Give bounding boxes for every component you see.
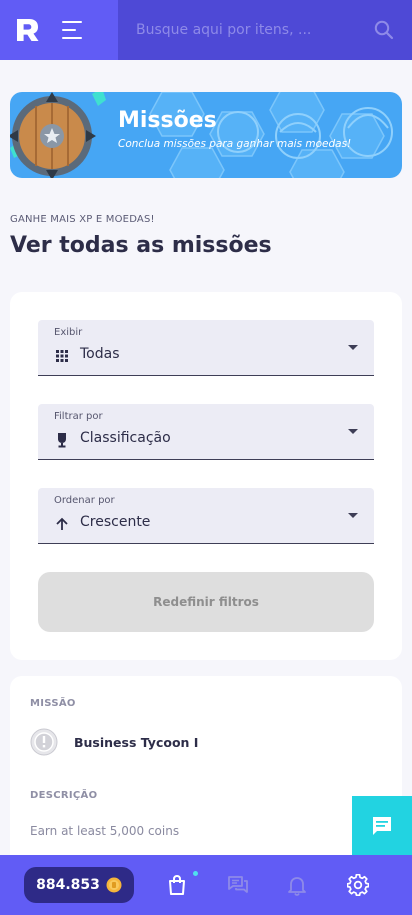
order-by-select-label: Ordenar por xyxy=(54,495,115,506)
banner-pattern xyxy=(149,92,393,178)
mission-name: Business Tycoon I xyxy=(74,734,199,750)
mission-description: Earn at least 5,000 coins xyxy=(30,824,180,838)
shopping-bag-icon[interactable] xyxy=(166,874,188,896)
top-bar-brand-area xyxy=(0,0,118,60)
grid-icon xyxy=(56,350,68,362)
reset-filters-button[interactable]: Redefinir filtros xyxy=(38,572,374,632)
chevron-down-icon xyxy=(348,513,358,518)
banner-subtitle: Conclua missões para ganhar mais moedas! xyxy=(118,138,352,150)
mission-row[interactable]: Business Tycoon I xyxy=(30,728,198,756)
section-kicker: GANHE MAIS XP E MOEDAS! xyxy=(10,214,155,225)
r-logo-icon[interactable] xyxy=(14,17,40,43)
bell-icon[interactable] xyxy=(286,874,308,896)
banner-title: Missões xyxy=(118,108,217,133)
search-icon[interactable] xyxy=(374,20,394,40)
top-bar xyxy=(0,0,412,60)
chevron-down-icon xyxy=(348,429,358,434)
filter-by-select-value: Classificação xyxy=(80,430,171,446)
mission-header: MISSÃO xyxy=(30,698,76,709)
missions-banner: Missões Conclua missões para ganhar mais… xyxy=(10,92,402,178)
messages-icon[interactable] xyxy=(227,874,249,896)
arrow-up-icon xyxy=(56,517,68,530)
chevron-down-icon xyxy=(348,345,358,350)
bottom-nav: 884.853 xyxy=(0,855,412,915)
display-select-value: Todas xyxy=(80,346,120,362)
silver-medal-icon xyxy=(30,728,58,756)
mission-card: MISSÃO Business Tycoon I DESCRIÇÃO Earn … xyxy=(10,676,402,866)
order-by-select[interactable]: Ordenar por Crescente xyxy=(38,488,374,544)
page-title: Ver todas as missões xyxy=(10,233,272,258)
order-by-select-value: Crescente xyxy=(80,514,151,530)
chat-button[interactable] xyxy=(352,796,412,856)
filter-by-select[interactable]: Filtrar por Classificação xyxy=(38,404,374,460)
gear-icon[interactable] xyxy=(347,874,369,896)
coin-icon xyxy=(106,877,122,893)
search-input[interactable] xyxy=(136,22,356,38)
hamburger-menu-icon[interactable] xyxy=(62,21,84,39)
trophy-icon xyxy=(58,433,66,448)
notification-dot xyxy=(193,871,198,876)
description-header: DESCRIÇÃO xyxy=(30,790,98,801)
search-bar xyxy=(118,0,412,60)
filter-by-select-label: Filtrar por xyxy=(54,411,103,422)
shield-icon xyxy=(10,92,106,178)
coins-value: 884.853 xyxy=(36,877,100,893)
chat-icon xyxy=(373,817,391,835)
display-select-label: Exibir xyxy=(54,327,83,338)
filters-card: Exibir Todas Filtrar por Classificação O… xyxy=(10,292,402,660)
coins-balance[interactable]: 884.853 xyxy=(24,867,134,903)
display-select[interactable]: Exibir Todas xyxy=(38,320,374,376)
